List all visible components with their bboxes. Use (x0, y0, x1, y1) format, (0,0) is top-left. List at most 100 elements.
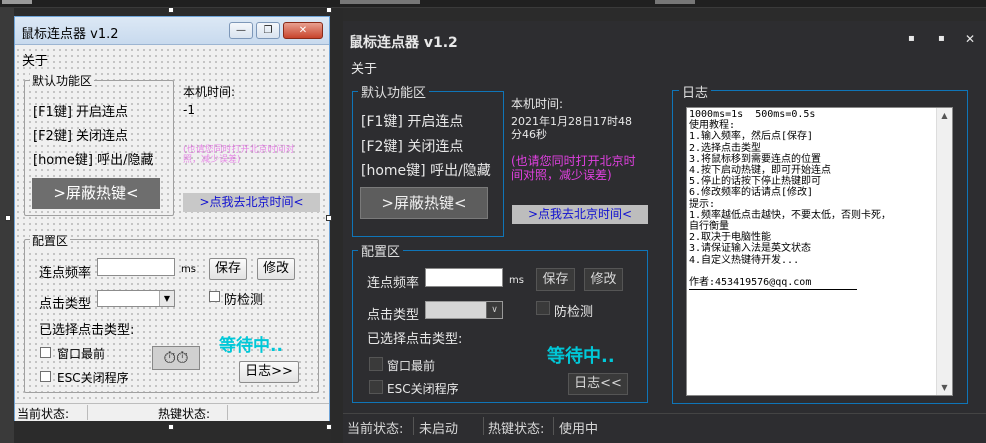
resize-handle[interactable] (326, 215, 332, 221)
beijing-time-link[interactable]: >点我去北京时间< (512, 205, 648, 224)
topmost-checkbox[interactable] (369, 357, 383, 371)
click-type-label: 点击类型 (367, 308, 420, 323)
log-line: 作者:453419576@qq.com (689, 277, 812, 289)
selected-click-type-label: 已选择点击类型: (367, 332, 463, 347)
window-title: 鼠标连点器 v1.2 (349, 35, 458, 51)
log-line: 5.停止的话按下停止热键即可 (689, 176, 822, 188)
stopwatch-icon: ⏱⏱ (152, 346, 200, 370)
frequency-input[interactable] (425, 268, 503, 287)
topmost-label: 窗口最前 (387, 359, 436, 373)
save-button[interactable]: 保存 (536, 268, 575, 291)
ide-splitter[interactable] (331, 8, 343, 443)
log-line: 3.将鼠标移到需要连点的位置 (689, 153, 822, 165)
hotkey-f1-label: [F1键] 开启连点 (33, 105, 129, 120)
status-divider (483, 417, 484, 435)
log-line: 4.自定义热键待开发... (689, 254, 800, 266)
close-button[interactable]: ✕ (965, 32, 975, 46)
hotkey-status-value: 使用中 (559, 422, 599, 437)
chevron-down-icon[interactable]: ▼ (159, 291, 174, 306)
topmost-checkbox[interactable] (40, 347, 51, 358)
designer-title-bar[interactable]: 鼠标连点器 v1.2 — ❐ ✕ (15, 17, 329, 45)
hotkey-status-label: 热键状态: (488, 422, 545, 437)
hotkey-home-label: [home键] 呼出/隐藏 (33, 153, 154, 168)
resize-handle[interactable] (168, 424, 174, 430)
status-divider (553, 417, 554, 435)
minimize-button[interactable]: ▪ (908, 33, 915, 44)
frequency-unit: ms (181, 264, 196, 275)
resize-handle[interactable] (326, 7, 332, 13)
modify-button[interactable]: 修改 (584, 268, 623, 291)
click-type-select[interactable]: ∨ (425, 301, 503, 319)
config-group-legend: 配置区 (30, 232, 71, 249)
frequency-input[interactable] (97, 258, 175, 276)
anti-detect-label: 防检测 (554, 305, 594, 320)
beijing-time-hint: (也请您同时打开北京时间对照，减少误差) (183, 145, 295, 165)
anti-detect-checkbox[interactable] (536, 301, 550, 315)
maximize-button[interactable]: ▪ (938, 33, 945, 44)
menu-about[interactable]: 关于 (22, 50, 48, 69)
ide-left-gutter (0, 8, 14, 443)
log-lines: 1000ms=1s 500ms=0.5s 使用教程: 1.输入频率，然后点[保存] 2… (689, 109, 937, 291)
status-divider (227, 405, 228, 420)
status-label: 当前状态: (347, 422, 404, 437)
save-button[interactable]: 保存 (209, 258, 247, 280)
hotkey-home-label: [home键] 呼出/隐藏 (361, 163, 491, 179)
frequency-label: 连点频率 (39, 266, 92, 281)
resize-handle[interactable] (326, 424, 332, 430)
close-button[interactable]: ✕ (283, 22, 323, 39)
log-toggle-button[interactable]: 日志<< (568, 373, 628, 395)
log-line: 6.修改频率的话请点[修改] (689, 187, 814, 199)
beijing-time-hint: (也请您同时打开北京时间对照，减少误差) (511, 154, 636, 182)
anti-detect-label: 防检测 (224, 293, 264, 308)
scroll-down-icon[interactable]: ▼ (937, 380, 952, 395)
resize-handle[interactable] (168, 7, 174, 13)
log-scrollbar[interactable]: ▲ ▼ (936, 108, 952, 395)
anti-detect-checkbox[interactable] (209, 291, 220, 302)
local-time-value: -1 (183, 103, 195, 117)
esc-close-checkbox[interactable] (40, 371, 51, 382)
hotkey-f1-label: [F1键] 开启连点 (361, 114, 464, 130)
status-divider (87, 405, 88, 420)
window-title: 鼠标连点器 v1.2 (21, 27, 119, 42)
hotkey-f2-label: [F2键] 关闭连点 (33, 129, 129, 144)
log-line: 1.输入频率，然后点[保存] (689, 131, 814, 143)
maximize-button[interactable]: ❐ (256, 22, 280, 39)
beijing-time-link[interactable]: >点我去北京时间< (183, 193, 320, 212)
scroll-up-icon[interactable]: ▲ (937, 108, 952, 123)
local-time-label: 本机时间: (183, 85, 236, 99)
log-line: 自行衡量 (689, 221, 729, 233)
ide-tab-marker (340, 0, 420, 4)
click-type-select[interactable]: ▼ (97, 290, 175, 307)
modify-button[interactable]: 修改 (257, 258, 295, 280)
resize-handle[interactable] (5, 215, 11, 221)
esc-close-checkbox[interactable] (369, 380, 383, 394)
shield-hotkey-button[interactable]: >屏蔽热键< (32, 178, 160, 209)
log-textbox[interactable]: 1000ms=1s 500ms=0.5s 使用教程: 1.输入频率，然后点[保存] 2… (686, 107, 953, 396)
esc-close-label: ESC关闭程序 (387, 382, 459, 396)
ide-tab-marker (655, 0, 695, 4)
log-line: 4.按下启动热键，即可开始连点 (689, 165, 832, 177)
status-bar: 当前状态: 未启动 热键状态: 使用中 (343, 413, 986, 443)
status-value: 未启动 (419, 422, 459, 437)
hotkey-f2-label: [F2键] 关闭连点 (361, 139, 464, 155)
designer-window: 鼠标连点器 v1.2 — ❐ ✕ 关于 默认功能区 [F1键] 开启连点 [F2… (14, 16, 330, 421)
waiting-status: 等待中.. (219, 336, 283, 356)
topmost-label: 窗口最前 (57, 347, 106, 361)
ide-top-bar (0, 0, 986, 8)
log-line: 提示: (689, 198, 716, 210)
esc-close-label: ESC关闭程序 (57, 371, 129, 385)
shield-hotkey-button[interactable]: >屏蔽热键< (360, 187, 488, 219)
chevron-down-icon[interactable]: ∨ (486, 302, 502, 318)
default-group-legend: 默认功能区 (30, 72, 95, 89)
log-line: 1.频率越低点击越快，不要太低，否则卡死， (689, 209, 892, 221)
minimize-button[interactable]: — (229, 22, 253, 39)
status-label: 当前状态: (17, 407, 70, 421)
log-toggle-button[interactable]: 日志>> (239, 361, 299, 383)
frequency-unit: ms (509, 275, 524, 286)
config-group-legend: 配置区 (358, 241, 404, 260)
waiting-status: 等待中.. (547, 346, 615, 367)
menu-about[interactable]: 关于 (351, 58, 377, 77)
log-line: 2.取决于电脑性能 (689, 232, 772, 244)
local-time-label: 本机时间: (511, 97, 564, 111)
